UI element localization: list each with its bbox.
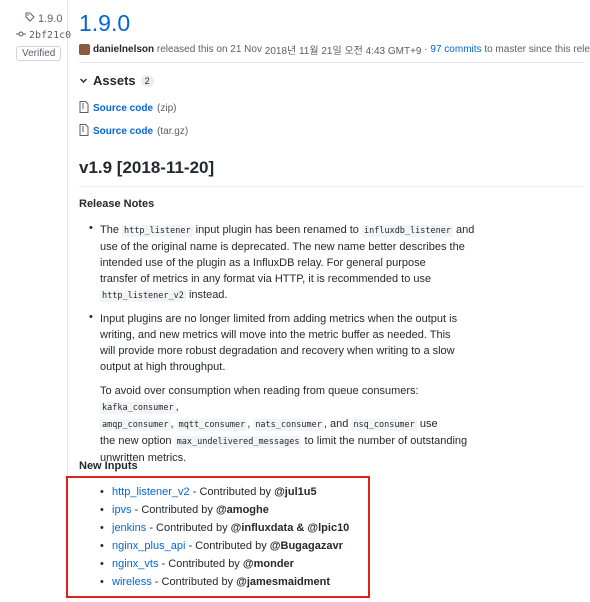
release-notes-title: Release Notes bbox=[79, 198, 155, 210]
version-heading: v1.9 [2018-11-20] bbox=[79, 158, 215, 177]
divider bbox=[79, 62, 584, 63]
note-text: output at high throughput. bbox=[100, 361, 226, 373]
asset-format: (zip) bbox=[157, 103, 177, 114]
note-text: transfer of metrics in any format via HT… bbox=[100, 273, 432, 285]
asset-format: (tar.gz) bbox=[157, 126, 189, 137]
inline-code: influxdb_listener bbox=[361, 225, 453, 237]
tag-icon bbox=[25, 12, 35, 25]
inline-code: mqtt_consumer bbox=[176, 419, 248, 431]
release-date-detail: 2018년 11월 21일 오전 4:43 GMT+9 bbox=[264, 46, 422, 57]
highlight-annotation-box bbox=[66, 476, 370, 598]
note-text: to limit the number of outstanding bbox=[304, 435, 468, 447]
release-meta: danielnelson released this on 21 Nov 201… bbox=[79, 42, 590, 57]
asset-label: Source code bbox=[93, 103, 154, 114]
note-text: The bbox=[100, 224, 119, 236]
note-text: input plugin has been renamed to bbox=[195, 224, 359, 236]
release-sidebar: 1.9.0 2bf21c0 Verified bbox=[0, 0, 71, 602]
released-text: released this on 21 Nov bbox=[156, 44, 262, 55]
note-text: , and bbox=[323, 418, 349, 430]
inline-code: max_undelivered_messages bbox=[174, 436, 302, 448]
commit-sha: 2bf21c0 bbox=[29, 30, 72, 41]
tag-link[interactable]: 1.9.0 bbox=[25, 12, 62, 25]
note-text: instead. bbox=[188, 289, 228, 301]
bullet-dot: • bbox=[89, 222, 93, 234]
note-text: use bbox=[419, 418, 438, 430]
note-bullet-2: Input plugins are no longer limited from… bbox=[100, 311, 480, 375]
chevron-down-icon bbox=[79, 73, 88, 88]
verified-badge[interactable]: Verified bbox=[16, 46, 62, 61]
note-text: use of the original name is deprecated. … bbox=[100, 241, 465, 253]
note-text: unwritten metrics. bbox=[100, 452, 187, 464]
file-zip-icon bbox=[79, 101, 89, 116]
inline-code: kafka_consumer bbox=[100, 402, 176, 414]
note-bullet-1: The http_listener input plugin has been … bbox=[100, 222, 480, 304]
note-text: the new option bbox=[100, 435, 172, 447]
commit-icon bbox=[16, 30, 26, 41]
inline-code: http_listener_v2 bbox=[100, 290, 186, 302]
assets-title: Assets bbox=[93, 73, 136, 88]
note-text: will provide more robust degradation and… bbox=[100, 345, 455, 357]
inline-code: nats_consumer bbox=[253, 419, 324, 431]
divider bbox=[79, 186, 584, 187]
asset-zip[interactable]: Source code (zip) bbox=[79, 101, 176, 116]
assets-count: 2 bbox=[140, 74, 154, 87]
author-link[interactable]: danielnelson bbox=[93, 44, 154, 55]
inline-code: amqp_consumer bbox=[100, 419, 171, 431]
bullet-dot: • bbox=[89, 311, 93, 323]
note-paragraph: To avoid over consumption when reading f… bbox=[100, 383, 480, 466]
assets-toggle[interactable]: Assets 2 bbox=[79, 73, 154, 88]
release-title[interactable]: 1.9.0 bbox=[79, 10, 130, 37]
note-text: writing, and new metrics will move into … bbox=[100, 329, 451, 341]
new-inputs-title: New Inputs bbox=[79, 460, 138, 472]
meta-separator: · bbox=[424, 44, 428, 55]
note-text: intended use of the plugin as a InfluxDB… bbox=[100, 257, 426, 269]
note-text: Input plugins are no longer limited from… bbox=[100, 313, 458, 325]
asset-label: Source code bbox=[93, 126, 154, 137]
inline-code: http_listener bbox=[122, 225, 193, 237]
commits-link[interactable]: 97 commits bbox=[430, 44, 481, 55]
note-text: , bbox=[170, 418, 174, 430]
commit-link[interactable]: 2bf21c0 bbox=[16, 30, 71, 41]
commits-suffix: to master since this release bbox=[484, 44, 590, 55]
note-text: , bbox=[247, 418, 251, 430]
asset-targz[interactable]: Source code (tar.gz) bbox=[79, 124, 188, 139]
avatar[interactable] bbox=[79, 44, 90, 55]
note-text: To avoid over consumption when reading f… bbox=[100, 385, 419, 397]
inline-code: nsq_consumer bbox=[351, 419, 417, 431]
tag-label: 1.9.0 bbox=[38, 12, 63, 25]
note-text: , bbox=[175, 401, 179, 413]
note-text: and bbox=[456, 224, 475, 236]
file-zip-icon bbox=[79, 124, 89, 139]
